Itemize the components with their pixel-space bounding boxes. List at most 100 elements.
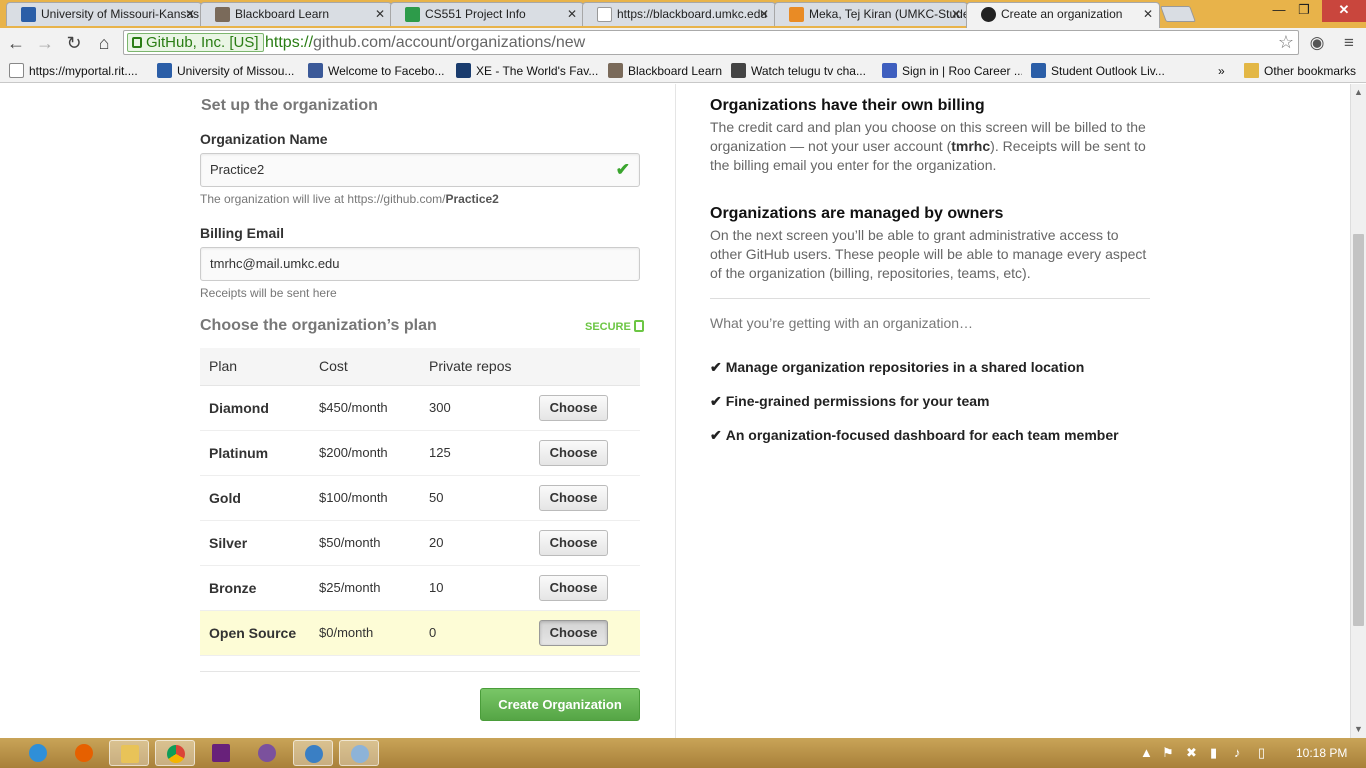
bookmark-item[interactable]: Watch telugu tv cha... xyxy=(731,62,874,80)
tab-title: https://blackboard.umkc.edu xyxy=(617,7,768,21)
scroll-down-arrow-icon[interactable]: ▼ xyxy=(1354,724,1363,734)
close-icon[interactable]: ✕ xyxy=(185,3,195,25)
plan-action: Choose xyxy=(530,565,640,611)
billing-email-input[interactable]: tmrhc@mail.umkc.edu xyxy=(200,247,640,281)
folder-icon xyxy=(1244,63,1259,78)
bookmark-item[interactable]: XE - The World's Fav... xyxy=(456,62,600,80)
bookmark-item[interactable]: University of Missou... xyxy=(157,62,299,80)
secure-label: SECURE xyxy=(585,321,631,333)
page-favicon-icon xyxy=(597,7,612,22)
github-favicon-icon xyxy=(981,7,996,22)
menu-icon[interactable]: ≡ xyxy=(1338,31,1360,55)
browser-tab[interactable]: CS551 Project Info ✕ xyxy=(390,2,584,26)
network-icon[interactable]: ✖ xyxy=(1186,745,1197,761)
plan-cost: $200/month xyxy=(310,430,420,476)
back-icon[interactable]: ← xyxy=(4,31,28,55)
choose-gold-button[interactable]: Choose xyxy=(539,484,608,511)
feature-label: Fine-grained permissions for your team xyxy=(725,393,990,409)
choose-silver-button[interactable]: Choose xyxy=(539,529,608,556)
action-center-flag-icon[interactable]: ⚑ xyxy=(1162,745,1174,761)
forward-icon[interactable]: → xyxy=(33,31,57,55)
bookmarks-overflow-button[interactable]: » xyxy=(1218,62,1232,80)
create-organization-button[interactable]: Create Organization xyxy=(480,688,640,721)
feature-item: ✔ Manage organization repositories in a s… xyxy=(710,359,1084,376)
plan-action: Choose xyxy=(530,385,640,431)
url-text[interactable]: https://github.com/account/organizations… xyxy=(265,31,585,54)
address-bar[interactable]: GitHub, Inc. [US] https://github.com/acc… xyxy=(123,30,1299,55)
plan-repos: 10 xyxy=(420,565,530,611)
xe-icon xyxy=(456,63,471,78)
windows-taskbar: ▲ ⚑ ✖ ▮ ♪ ▯ 10:18 PM xyxy=(0,738,1366,768)
taskbar-visual-studio[interactable] xyxy=(201,740,241,766)
bookmark-item[interactable]: Blackboard Learn xyxy=(608,62,723,80)
extension-icon[interactable]: ◉ xyxy=(1306,31,1328,55)
choose-open-source-button[interactable]: Choose xyxy=(539,619,608,646)
org-url-note: The organization will live at https://gi… xyxy=(200,192,499,206)
restore-icon[interactable]: ❐ xyxy=(1292,0,1316,22)
taskbar-viber[interactable] xyxy=(247,740,287,766)
browser-tab[interactable]: University of Missouri-Kansas City ✕ xyxy=(6,2,202,26)
control-panel-icon xyxy=(351,745,369,763)
app-icon xyxy=(305,745,323,763)
tab-title: Meka, Tej Kiran (UMKC-Student) xyxy=(809,7,967,21)
url-scheme: https:// xyxy=(265,34,314,51)
volume-icon[interactable]: ♪ xyxy=(1234,745,1241,760)
minimize-icon[interactable]: — xyxy=(1268,0,1290,22)
choose-diamond-button[interactable]: Choose xyxy=(539,394,608,421)
bookmark-item[interactable]: Sign in | Roo Career ... xyxy=(882,62,1022,80)
bookmark-item[interactable]: Student Outlook Liv... xyxy=(1031,62,1171,80)
bookmark-item[interactable]: Welcome to Facebo... xyxy=(308,62,448,80)
bookmark-label: Welcome to Facebo... xyxy=(328,64,445,78)
close-icon[interactable]: ✕ xyxy=(567,3,577,25)
plan-row-diamond: Diamond $450/month 300 Choose xyxy=(200,385,640,431)
close-icon[interactable]: ✕ xyxy=(1143,3,1153,25)
taskbar-firefox[interactable] xyxy=(64,740,104,766)
browser-tab[interactable]: https://blackboard.umkc.edu ✕ xyxy=(582,2,776,26)
battery-icon[interactable]: ▯ xyxy=(1258,745,1265,761)
choose-bronze-button[interactable]: Choose xyxy=(539,574,608,601)
plan-name: Silver xyxy=(200,520,310,566)
owners-info-text: On the next screen you’ll be able to gra… xyxy=(710,227,1147,281)
taskbar-app[interactable] xyxy=(293,740,333,766)
ev-certificate-badge[interactable]: GitHub, Inc. [US] xyxy=(127,33,264,52)
tv-icon xyxy=(731,63,746,78)
browser-tab-active[interactable]: Create an organization ✕ xyxy=(966,2,1160,28)
close-icon[interactable]: ✕ xyxy=(759,3,769,25)
checkmark-icon: ✔ xyxy=(615,160,630,179)
column-header: Private repos xyxy=(420,348,530,386)
taskbar-ie[interactable] xyxy=(18,740,58,766)
checkmark-icon: ✔ xyxy=(710,359,722,375)
plan-name: Open Source xyxy=(200,610,310,656)
home-icon[interactable]: ⌂ xyxy=(92,31,116,55)
new-tab-button[interactable] xyxy=(1160,6,1196,22)
show-hidden-icons-icon[interactable]: ▲ xyxy=(1140,745,1153,760)
bookmark-star-icon[interactable]: ☆ xyxy=(1278,31,1294,54)
other-bookmarks-folder[interactable]: Other bookmarks xyxy=(1244,62,1364,80)
choose-platinum-button[interactable]: Choose xyxy=(539,439,608,466)
plan-action: Choose xyxy=(530,610,640,656)
window-close-icon[interactable]: ✕ xyxy=(1322,0,1366,22)
page-scrollbar[interactable]: ▲ ▼ xyxy=(1350,84,1366,738)
roo-career-icon xyxy=(882,63,897,78)
taskbar-explorer[interactable] xyxy=(109,740,149,766)
reload-icon[interactable]: ↻ xyxy=(62,31,86,55)
org-name-input[interactable]: Practice2 ✔ xyxy=(200,153,640,187)
scroll-up-arrow-icon[interactable]: ▲ xyxy=(1354,87,1363,97)
signal-icon[interactable]: ▮ xyxy=(1210,745,1217,761)
column-header: Plan xyxy=(200,348,310,386)
taskbar-chrome[interactable] xyxy=(155,740,195,766)
browser-tab[interactable]: Meka, Tej Kiran (UMKC-Student) ✕ xyxy=(774,2,968,26)
close-icon[interactable]: ✕ xyxy=(375,3,385,25)
bookmark-label: XE - The World's Fav... xyxy=(476,64,599,78)
bookmarks-bar: https://myportal.rit.... University of M… xyxy=(0,58,1366,83)
lock-icon xyxy=(633,320,644,332)
blackboard-icon xyxy=(608,63,623,78)
scrollbar-thumb[interactable] xyxy=(1353,234,1364,626)
checkmark-icon: ✔ xyxy=(710,427,722,443)
plan-action: Choose xyxy=(530,475,640,521)
close-icon[interactable]: ✕ xyxy=(951,3,961,25)
bookmark-item[interactable]: https://myportal.rit.... xyxy=(9,62,149,80)
taskbar-app-2[interactable] xyxy=(339,740,379,766)
browser-tab[interactable]: Blackboard Learn ✕ xyxy=(200,2,392,26)
taskbar-clock[interactable]: 10:18 PM xyxy=(1296,746,1347,760)
